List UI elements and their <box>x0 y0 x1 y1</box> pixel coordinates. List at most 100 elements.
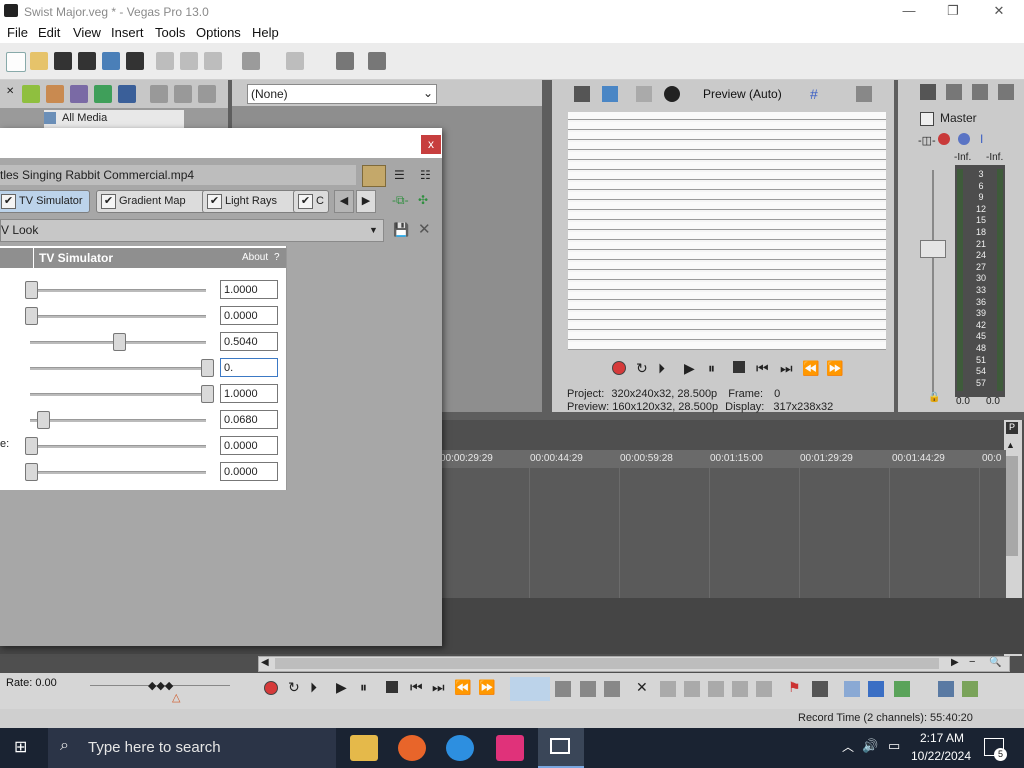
transport-next-frame-icon[interactable]: ⏩ <box>478 679 495 696</box>
file-explorer-icon[interactable] <box>350 735 378 761</box>
edit-tool-icon[interactable] <box>336 52 354 70</box>
fx-preset-dropdown[interactable]: (None) ⌄ <box>247 84 437 104</box>
clock-time[interactable]: 2:17 AM <box>916 731 968 745</box>
zoom-h-icon[interactable]: 🔍 <box>989 657 1001 668</box>
delete-icon[interactable]: ✕ <box>636 679 648 696</box>
import-media-icon[interactable] <box>22 85 40 103</box>
chain-scroll-right-icon[interactable]: ▶ <box>356 190 376 213</box>
external-monitor-icon[interactable] <box>602 86 618 102</box>
transport-stop-icon[interactable] <box>386 681 398 693</box>
snapping-icon[interactable] <box>844 681 860 697</box>
record-button[interactable] <box>264 681 278 695</box>
open-folder-icon[interactable] <box>30 52 48 70</box>
track-area[interactable] <box>440 468 1006 598</box>
parameter-slider-track[interactable] <box>30 315 206 318</box>
dim-output-icon[interactable] <box>998 84 1014 100</box>
trim-end-icon[interactable] <box>708 681 724 697</box>
parameter-slider-track[interactable] <box>30 393 206 396</box>
grouping-icon[interactable] <box>938 681 954 697</box>
master-fx-icon[interactable] <box>946 84 962 100</box>
save-preset-icon[interactable]: 💾 <box>393 222 409 238</box>
download-app-icon[interactable] <box>496 735 524 761</box>
lock-icon[interactable]: 🔒 <box>928 392 940 403</box>
record-icon[interactable] <box>612 361 626 375</box>
about-link[interactable]: About <box>242 248 268 268</box>
next-frame-icon[interactable]: ⏩ <box>826 360 843 377</box>
new-file-icon[interactable] <box>6 52 26 72</box>
grid-view-icon[interactable]: ☷ <box>420 168 431 182</box>
network-icon[interactable]: ▭ <box>888 738 900 754</box>
scroll-up-icon[interactable]: ▲ <box>1006 440 1015 450</box>
master-properties-icon[interactable] <box>920 84 936 100</box>
remove-media-icon[interactable] <box>150 85 168 103</box>
parameter-slider-track[interactable] <box>30 367 206 370</box>
remove-plugin-icon[interactable]: ✣ <box>418 193 428 207</box>
transport-prev-frame-icon[interactable]: ⏪ <box>454 679 471 696</box>
clock-date[interactable]: 10/22/2024 <box>908 749 974 763</box>
scroll-right-icon[interactable]: ▶ <box>951 657 959 668</box>
chrome-icon[interactable] <box>446 735 474 761</box>
checkbox-icon[interactable]: ✔ <box>298 194 313 209</box>
render-icon[interactable] <box>102 52 120 70</box>
play-start-icon[interactable]: ⏵ <box>310 679 317 696</box>
restore-button[interactable]: ❐ <box>938 2 968 20</box>
checkbox-icon[interactable]: ✔ <box>101 194 116 209</box>
parameter-slider-thumb[interactable] <box>25 463 38 481</box>
cut-icon[interactable] <box>156 52 174 70</box>
vertical-scroll-thumb[interactable] <box>1006 456 1018 556</box>
vegas-taskbar-icon[interactable] <box>538 728 584 768</box>
horizontal-scrollbar[interactable]: ◀ ▶ − 🔍 <box>258 656 1010 672</box>
parameter-slider-track[interactable] <box>30 289 206 292</box>
play-icon[interactable]: ▶ <box>684 360 695 377</box>
timeline-ruler[interactable]: 00:00:29:29 00:00:44:29 00:00:59:28 00:0… <box>440 450 1006 468</box>
parameter-slider-thumb[interactable] <box>25 437 38 455</box>
transport-end-icon[interactable]: ⏭ <box>432 679 445 696</box>
downmix-icon[interactable] <box>972 84 988 100</box>
parameter-value-field[interactable]: 0.0000 <box>220 306 278 325</box>
undo-icon[interactable] <box>242 52 260 70</box>
parameter-slider-track[interactable] <box>30 445 206 448</box>
trim-start-icon[interactable] <box>684 681 700 697</box>
plugin-chain-icon[interactable]: -⧉- <box>392 193 409 208</box>
scroll-left-icon[interactable]: ◀ <box>261 657 269 668</box>
region-icon[interactable] <box>812 681 828 697</box>
fx-chain-icon[interactable] <box>362 165 386 187</box>
parameter-value-field[interactable]: 0.5040 <box>220 332 278 351</box>
copy-snapshot-icon[interactable] <box>856 86 872 102</box>
paste-icon[interactable] <box>204 52 222 70</box>
rate-slider-thumb[interactable]: ◆◆◆ <box>148 679 173 692</box>
show-hidden-icons-icon[interactable]: ︿ <box>842 738 854 755</box>
transport-play-icon[interactable]: ▶ <box>336 679 347 696</box>
media-fx-icon[interactable] <box>94 85 112 103</box>
parameter-slider-track[interactable] <box>30 471 206 474</box>
panel-grip-icon[interactable]: ✕ <box>6 86 14 100</box>
properties-icon[interactable] <box>126 52 144 70</box>
copy-icon[interactable] <box>180 52 198 70</box>
zoom-out-h-icon[interactable]: − <box>969 656 975 668</box>
envelope-edit-icon[interactable] <box>555 681 571 697</box>
parameter-slider-thumb[interactable] <box>201 385 214 403</box>
horizontal-scroll-thumb[interactable] <box>275 658 939 669</box>
windows-start-icon[interactable]: ⊞ <box>14 740 32 758</box>
menu-view[interactable]: View <box>73 25 101 40</box>
media-tags-icon[interactable] <box>198 85 216 103</box>
loop-playback-icon[interactable]: ↻ <box>288 679 300 696</box>
preview-properties-icon[interactable] <box>574 86 590 102</box>
overlays-icon[interactable]: # <box>810 86 826 102</box>
all-media-tab[interactable]: All Media <box>44 110 184 128</box>
search-media-icon[interactable] <box>118 85 136 103</box>
menu-insert[interactable]: Insert <box>111 25 144 40</box>
master-fader-thumb[interactable] <box>920 240 946 258</box>
parameter-slider-track[interactable] <box>30 419 206 422</box>
menu-file[interactable]: File <box>7 25 28 40</box>
play-from-start-icon[interactable]: ⏵ <box>658 360 665 377</box>
previous-frame-icon[interactable]: ⏪ <box>802 360 819 377</box>
delete-preset-icon[interactable]: ✕ <box>418 220 431 238</box>
envelope-tool-icon[interactable] <box>368 52 386 70</box>
pan-icon[interactable]: -◫- <box>918 134 936 147</box>
ripple-edit-icon[interactable] <box>894 681 910 697</box>
parameter-value-field[interactable]: 0.0000 <box>220 462 278 481</box>
zoom-edit-icon[interactable] <box>604 681 620 697</box>
parameter-value-field[interactable]: 1.0000 <box>220 384 278 403</box>
menu-edit[interactable]: Edit <box>38 25 60 40</box>
